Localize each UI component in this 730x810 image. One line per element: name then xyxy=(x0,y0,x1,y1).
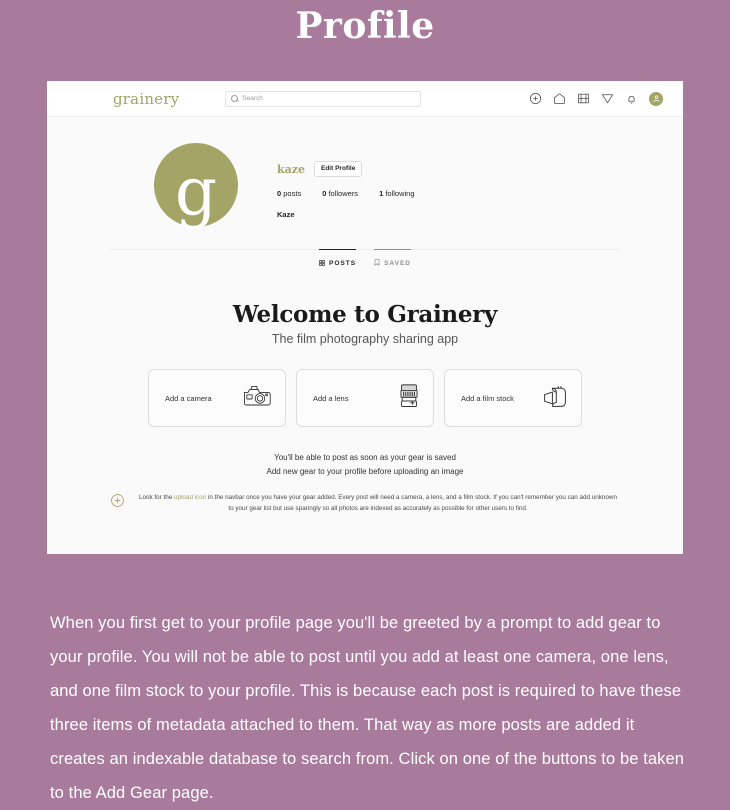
profile-name-row: kaze Edit Profile xyxy=(277,161,415,177)
upload-hint: Look for the upload icon in the navbar o… xyxy=(110,492,620,514)
circle-plus-icon xyxy=(110,493,125,513)
gear-cards: Add a camera Add a lens Add a film stock xyxy=(47,369,683,427)
film-roll-icon xyxy=(542,383,568,414)
profile-header: g kaze Edit Profile 0 posts 0 followers xyxy=(47,117,683,227)
camera-icon xyxy=(242,384,272,413)
profile-avatar[interactable]: g xyxy=(154,143,238,227)
gear-note-2: Add new gear to your profile before uplo… xyxy=(266,467,464,476)
welcome-block: Welcome to Grainery The film photography… xyxy=(47,301,683,346)
stat-following-count: 1 xyxy=(379,189,384,198)
paper-plane-icon[interactable] xyxy=(601,92,614,105)
avatar-letter: g xyxy=(174,153,218,230)
bell-icon[interactable] xyxy=(625,92,638,105)
stat-posts-count: 0 xyxy=(277,189,282,198)
add-film-stock-label: Add a film stock xyxy=(461,393,514,403)
profile-username: kaze xyxy=(277,162,305,176)
page-title: Profile xyxy=(295,5,435,47)
tab-posts-label: POSTS xyxy=(329,260,357,267)
stat-followers-label: followers xyxy=(328,189,359,198)
gear-notes: You'll be able to post as soon as your g… xyxy=(47,451,683,479)
avatar-icon[interactable] xyxy=(649,91,663,106)
welcome-subheading: The film photography sharing app xyxy=(271,332,459,346)
stat-followers[interactable]: 0 followers xyxy=(322,189,358,198)
search-placeholder: Search xyxy=(242,95,263,102)
bookmark-icon xyxy=(374,259,380,268)
upload-icon[interactable] xyxy=(529,92,542,105)
film-grid-icon[interactable] xyxy=(577,92,590,105)
stat-posts-label: posts xyxy=(283,189,302,198)
stat-followers-count: 0 xyxy=(322,189,327,198)
add-lens-label: Add a lens xyxy=(313,393,349,403)
upload-hint-text: Look for the upload icon in the navbar o… xyxy=(136,492,620,514)
profile-meta: kaze Edit Profile 0 posts 0 followers 1 … xyxy=(277,143,415,219)
hint-text-before: Look for the xyxy=(139,494,175,501)
app-screenshot: grainery Search g kaze Edit Profile 0 po… xyxy=(47,81,683,554)
navbar-icons xyxy=(529,91,663,106)
profile-full-name: Kaze xyxy=(277,210,295,219)
grid-icon xyxy=(319,259,325,268)
profile-page-body: g kaze Edit Profile 0 posts 0 followers xyxy=(47,117,683,554)
brand-logo[interactable]: grainery xyxy=(113,90,179,108)
add-film-stock-button[interactable]: Add a film stock xyxy=(444,369,582,427)
edit-profile-button[interactable]: Edit Profile xyxy=(314,161,363,177)
home-icon[interactable] xyxy=(553,92,566,105)
profile-tabs: POSTS SAVED xyxy=(47,249,683,268)
tab-posts[interactable]: POSTS xyxy=(319,249,357,268)
profile-stats: 0 posts 0 followers 1 following xyxy=(277,189,415,198)
navbar: grainery Search xyxy=(47,81,683,117)
hint-text-after: in the navbar once you have your gear ad… xyxy=(206,494,617,512)
add-lens-button[interactable]: Add a lens xyxy=(296,369,434,427)
description-paragraph: When you first get to your profile page … xyxy=(50,614,685,802)
gear-note-1: You'll be able to post as soon as your g… xyxy=(274,453,456,462)
add-camera-button[interactable]: Add a camera xyxy=(148,369,286,427)
stat-posts: 0 posts xyxy=(277,189,301,198)
search-input[interactable]: Search xyxy=(225,90,422,107)
stat-following-label: following xyxy=(385,189,415,198)
stat-following[interactable]: 1 following xyxy=(379,189,414,198)
search-icon xyxy=(231,95,239,102)
lens-icon xyxy=(398,383,420,414)
add-camera-label: Add a camera xyxy=(165,393,212,403)
tab-saved-label: SAVED xyxy=(384,260,411,267)
welcome-heading: Welcome to Grainery xyxy=(232,301,498,328)
hint-highlight: upload icon xyxy=(174,494,207,501)
tab-saved[interactable]: SAVED xyxy=(374,249,411,268)
